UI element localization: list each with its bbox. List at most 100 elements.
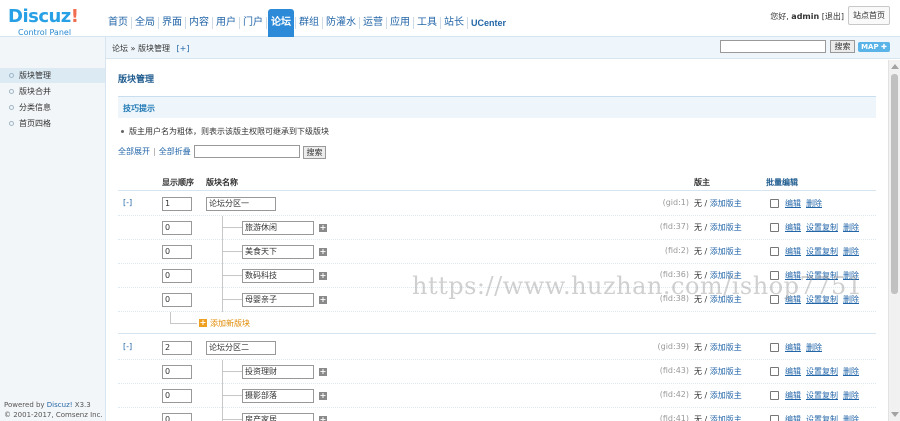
forum-name-input[interactable]: 论坛分区一 (206, 197, 276, 211)
nav-tab-1[interactable]: 全局 (133, 9, 157, 37)
order-input[interactable]: 2 (162, 341, 192, 355)
add-subforum-icon[interactable]: + (319, 272, 327, 280)
order-input[interactable]: 0 (162, 269, 192, 283)
order-input[interactable]: 0 (162, 293, 192, 307)
sidebar-item-0[interactable]: 版块管理 (0, 68, 105, 83)
add-forum-link[interactable]: 添加新版块 (210, 318, 250, 329)
order-input[interactable]: 0 (162, 389, 192, 403)
batch-checkbox[interactable] (770, 391, 779, 400)
row-action-link[interactable]: 设置复制 (806, 271, 838, 280)
nav-tab-9[interactable]: 运营 (361, 9, 385, 37)
logout-link[interactable]: [退出] (822, 12, 844, 21)
batch-checkbox[interactable] (770, 295, 779, 304)
add-subforum-icon[interactable]: + (319, 416, 327, 421)
nav-tab-4[interactable]: 用户 (214, 9, 238, 37)
batch-checkbox[interactable] (770, 247, 779, 256)
collapse-toggle[interactable]: [-] (123, 198, 132, 207)
row-action-link[interactable]: 删除 (843, 391, 859, 400)
scroll-thumb[interactable] (891, 74, 898, 294)
add-moderator-link[interactable]: 添加版主 (710, 223, 742, 232)
row-action-link[interactable]: 编辑 (785, 199, 801, 208)
nav-tab-3[interactable]: 内容 (187, 9, 211, 37)
add-moderator-link[interactable]: 添加版主 (710, 271, 742, 280)
row-action-link[interactable]: 删除 (843, 415, 859, 421)
row-action-link[interactable]: 编辑 (785, 391, 801, 400)
nav-tab-12[interactable]: 站长 (442, 9, 466, 37)
order-input[interactable]: 0 (162, 413, 192, 421)
row-action-link[interactable]: 删除 (806, 343, 822, 352)
add-moderator-link[interactable]: 添加版主 (710, 391, 742, 400)
add-subforum-icon[interactable]: + (319, 224, 327, 232)
row-action-link[interactable]: 编辑 (785, 271, 801, 280)
batch-checkbox[interactable] (770, 343, 779, 352)
site-home-button[interactable]: 站点首页 (848, 6, 890, 25)
nav-tab-10[interactable]: 应用 (388, 9, 412, 37)
forum-name-input[interactable]: 房产家居 (242, 413, 314, 421)
row-action-link[interactable]: 编辑 (785, 343, 801, 352)
order-input[interactable]: 1 (162, 197, 192, 211)
nav-tab-8[interactable]: 防灌水 (324, 9, 358, 37)
order-input[interactable]: 0 (162, 365, 192, 379)
expand-all-link[interactable]: 全部展开 (118, 147, 150, 156)
forum-name-input[interactable]: 旅游休闲 (242, 221, 314, 235)
nav-tab-6[interactable]: 论坛 (268, 9, 294, 37)
order-input[interactable]: 0 (162, 221, 192, 235)
nav-tab-0[interactable]: 首页 (106, 9, 130, 37)
row-action-link[interactable]: 编辑 (785, 247, 801, 256)
sidebar-item-1[interactable]: 版块合并 (0, 84, 105, 99)
row-action-link[interactable]: 编辑 (785, 223, 801, 232)
add-moderator-link[interactable]: 添加版主 (710, 295, 742, 304)
row-action-link[interactable]: 编辑 (785, 415, 801, 421)
forum-name-input[interactable]: 美食天下 (242, 245, 314, 259)
add-moderator-link[interactable]: 添加版主 (710, 199, 742, 208)
add-shortcut-link[interactable]: [+] (177, 44, 190, 53)
order-input[interactable]: 0 (162, 245, 192, 259)
add-moderator-link[interactable]: 添加版主 (710, 343, 742, 352)
forum-filter-button[interactable]: 搜索 (303, 146, 326, 159)
add-moderator-link[interactable]: 添加版主 (710, 415, 742, 421)
discuz-logo[interactable]: Discuz! Control Panel (8, 8, 98, 38)
scroll-up-arrow-icon[interactable] (891, 64, 899, 69)
vertical-scrollbar[interactable] (888, 60, 900, 421)
row-action-link[interactable]: 编辑 (785, 367, 801, 376)
row-action-link[interactable]: 设置复制 (806, 415, 838, 421)
batch-checkbox[interactable] (770, 367, 779, 376)
row-action-link[interactable]: 删除 (843, 295, 859, 304)
add-moderator-link[interactable]: 添加版主 (710, 367, 742, 376)
forum-name-input[interactable]: 数码科技 (242, 269, 314, 283)
row-action-link[interactable]: 删除 (843, 223, 859, 232)
row-action-link[interactable]: 删除 (843, 367, 859, 376)
row-action-link[interactable]: 设置复制 (806, 367, 838, 376)
nav-tab-2[interactable]: 界面 (160, 9, 184, 37)
row-action-link[interactable]: 设置复制 (806, 391, 838, 400)
forum-name-input[interactable]: 投资理财 (242, 365, 314, 379)
add-subforum-icon[interactable]: + (319, 296, 327, 304)
row-action-link[interactable]: 设置复制 (806, 223, 838, 232)
batch-checkbox[interactable] (770, 271, 779, 280)
sidebar-item-3[interactable]: 首页四格 (0, 116, 105, 131)
cp-search-input[interactable] (720, 40, 826, 53)
sidebar-item-2[interactable]: 分类信息 (0, 100, 105, 115)
map-button[interactable]: MAP ✚ (858, 42, 890, 52)
row-action-link[interactable]: 设置复制 (806, 295, 838, 304)
batch-checkbox[interactable] (770, 223, 779, 232)
collapse-all-link[interactable]: 全部折叠 (159, 147, 191, 156)
forum-name-input[interactable]: 论坛分区二 (206, 341, 276, 355)
forum-name-input[interactable]: 摄影部落 (242, 389, 314, 403)
batch-checkbox[interactable] (770, 415, 779, 421)
scroll-down-arrow-icon[interactable] (891, 412, 899, 417)
forum-name-input[interactable]: 母婴亲子 (242, 293, 314, 307)
nav-tab-11[interactable]: 工具 (415, 9, 439, 37)
nav-tab-13[interactable]: UCenter (469, 9, 508, 37)
add-subforum-icon[interactable]: + (319, 392, 327, 400)
forum-filter-input[interactable] (194, 145, 300, 158)
row-action-link[interactable]: 设置复制 (806, 247, 838, 256)
add-moderator-link[interactable]: 添加版主 (710, 247, 742, 256)
row-action-link[interactable]: 删除 (843, 271, 859, 280)
batch-checkbox[interactable] (770, 199, 779, 208)
add-icon[interactable]: + (199, 319, 207, 327)
cp-search-button[interactable]: 搜索 (830, 40, 855, 53)
nav-tab-5[interactable]: 门户 (241, 9, 265, 37)
nav-tab-7[interactable]: 群组 (297, 9, 321, 37)
collapse-toggle[interactable]: [-] (123, 342, 132, 351)
